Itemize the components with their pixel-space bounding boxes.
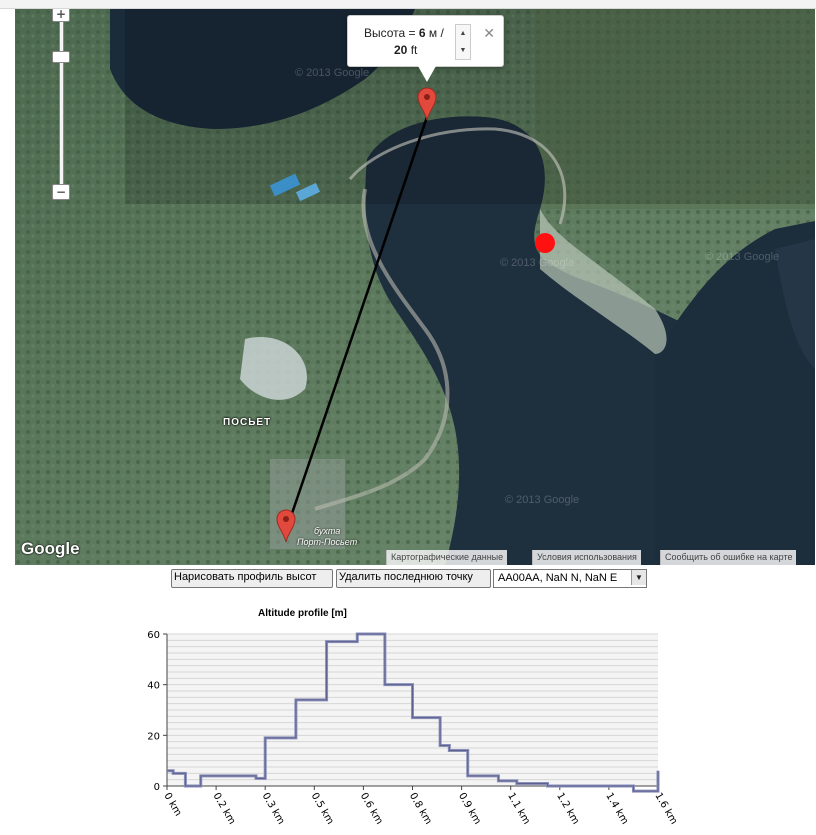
x-tick-label: 1.4 km <box>603 791 630 826</box>
x-tick-label: 1.2 km <box>554 791 581 826</box>
x-tick-label: 0.2 km <box>211 791 238 826</box>
x-tick-label: 1.6 km <box>652 791 679 826</box>
y-tick-label: 0 <box>154 782 160 793</box>
x-tick-label: 0.9 km <box>456 791 483 826</box>
x-tick-label: 0.5 km <box>309 791 336 826</box>
x-tick-label: 0 km <box>161 791 183 818</box>
x-tick-label: 0.3 km <box>260 791 287 826</box>
altitude-profile-chart: 0 20 40 60 0 km 0.2 km 0.3 km 0.5 km 0.6 km 0.8 k… <box>147 630 679 826</box>
y-tick-label: 40 <box>147 681 160 692</box>
x-tick-label: 0.8 km <box>407 791 434 826</box>
y-tick-label: 60 <box>147 630 160 641</box>
y-tick-label: 20 <box>147 731 160 742</box>
x-tick-label: 0.6 km <box>358 791 385 826</box>
x-tick-label: 1.1 km <box>505 791 532 826</box>
